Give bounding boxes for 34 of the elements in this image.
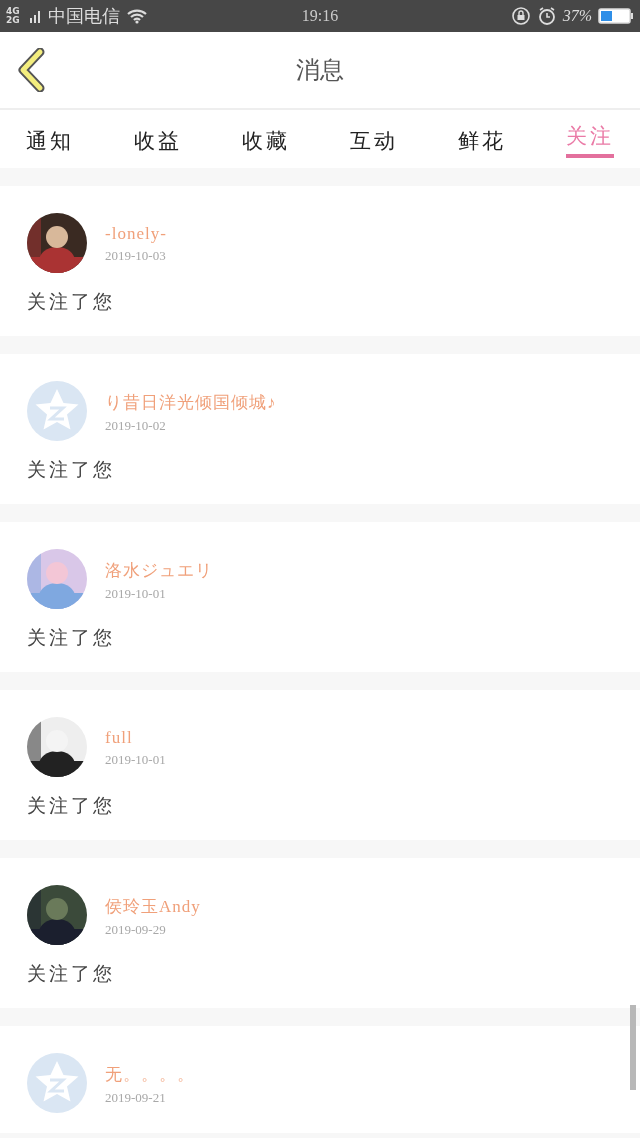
alarm-icon [536, 6, 557, 26]
battery-percent: 37% [562, 7, 592, 25]
message-date: 2019-10-03 [105, 248, 167, 264]
user-name[interactable]: 无。。。。 [105, 1062, 195, 1086]
message-date: 2019-09-21 [105, 1089, 167, 1106]
default-avatar-icon [27, 1053, 87, 1113]
network-type: 4G 2G [6, 7, 21, 25]
message-text: 关注了您 [27, 793, 116, 818]
carrier-name: 中国电信 [48, 4, 120, 28]
page-title: 消息 [295, 55, 345, 86]
message-date: 2019-10-01 [105, 585, 167, 602]
tab[interactable]: 通知 [26, 110, 74, 168]
battery-icon [598, 7, 634, 25]
message-date: 2019-10-02 [105, 417, 167, 434]
message-text: 关注了您 [27, 625, 116, 650]
user-name[interactable]: full [105, 728, 166, 748]
tab[interactable]: 鲜花 [458, 110, 506, 168]
user-name[interactable]: り昔日洋光倾国倾城♪ [105, 390, 277, 414]
user-name[interactable]: 洛水ジュエリ [105, 558, 213, 582]
tab[interactable]: 收益 [134, 110, 182, 168]
user-name[interactable]: 侯玲玉Andy [105, 894, 201, 918]
signal-icon [30, 9, 42, 23]
rotation-lock-icon [510, 6, 531, 26]
message-text: 关注了您 [27, 289, 116, 314]
clock-time: 19:16 [301, 7, 339, 25]
message-text: 关注了您 [27, 961, 116, 986]
default-avatar-icon [27, 381, 87, 441]
tab[interactable]: 关注 [566, 110, 614, 158]
message-date: 2019-09-29 [105, 921, 167, 938]
user-name[interactable]: -lonely- [105, 224, 167, 244]
message-text: 关注了您 [27, 457, 116, 482]
tab[interactable]: 收藏 [242, 110, 290, 168]
message-date: 2019-10-01 [105, 752, 166, 768]
tab[interactable]: 互动 [350, 110, 398, 168]
